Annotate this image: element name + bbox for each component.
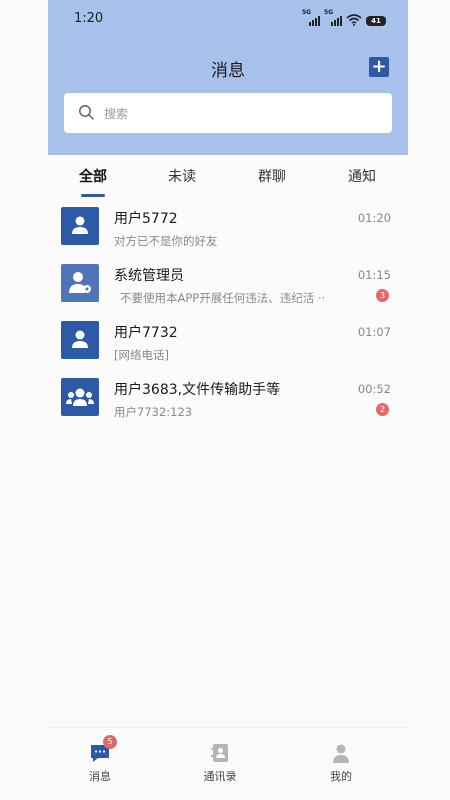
tab-bar: 全部 未读 群聊 通知 (48, 155, 408, 197)
network-type-label: 5G (302, 9, 312, 16)
conversation-preview: 对方已不是你的好友 (114, 234, 218, 248)
unread-badge: 2 (376, 403, 389, 416)
user-icon (61, 207, 99, 245)
conversation-title: 系统管理员 (114, 268, 184, 284)
profile-icon (330, 742, 352, 764)
tab-group-chat[interactable]: 群聊 (258, 166, 286, 186)
search-input[interactable] (102, 93, 376, 135)
tab-notifications[interactable]: 通知 (348, 166, 376, 186)
nav-label: 通讯录 (203, 770, 237, 783)
nav-profile[interactable]: 我的 (306, 742, 376, 784)
unread-badge: 3 (376, 289, 389, 302)
nav-label: 消息 (89, 770, 111, 783)
page-title: 消息 (211, 61, 245, 81)
conversation-title: 用户5772 (114, 211, 178, 227)
group-icon (61, 378, 99, 416)
conversation-row[interactable]: 用户3683,文件传输助手等 用户7732:123 00:52 2 (48, 368, 408, 425)
conversation-time: 01:20 (357, 211, 391, 225)
user-icon (61, 321, 99, 359)
tab-all[interactable]: 全部 (79, 166, 107, 186)
chat-icon: 5 (89, 735, 117, 764)
search-icon (79, 105, 94, 120)
messages-badge: 5 (103, 735, 117, 749)
search-bar[interactable] (64, 93, 392, 135)
conversation-title: 用户7732 (114, 325, 178, 341)
conversation-row[interactable]: 用户7732 [网络电话] 01:07 (48, 311, 408, 368)
battery-icon: 41 (366, 16, 386, 26)
nav-messages[interactable]: 5 消息 (65, 735, 135, 784)
conversation-list: 用户5772 对方已不是你的好友 01:20 系统管理员 不要使用本APP开展任… (48, 197, 408, 425)
status-bar: 1:20 5G 5G 41 (48, 0, 408, 40)
wifi-icon (346, 14, 362, 26)
conversation-preview: 用户7732:123 (114, 405, 193, 419)
phone-screen: 1:20 5G 5G 41 消息 + 全 (0, 0, 450, 800)
conversation-time: 01:15 (357, 268, 391, 282)
network-type-label-2: 5G (324, 9, 334, 16)
tab-unread[interactable]: 未读 (168, 166, 196, 186)
add-button[interactable]: + (369, 57, 389, 77)
signal-icon: 5G (302, 9, 320, 26)
status-icons: 5G 5G 41 (302, 9, 386, 26)
status-time: 1:20 (74, 11, 104, 26)
conversation-time: 01:07 (357, 325, 391, 339)
conversation-title: 用户3683,文件传输助手等 (114, 382, 281, 398)
nav-label: 我的 (330, 770, 352, 783)
contacts-icon (209, 742, 231, 764)
conversation-row[interactable]: 用户5772 对方已不是你的好友 01:20 (48, 197, 408, 254)
conversation-row[interactable]: 系统管理员 不要使用本APP开展任何违法、违纪活 ·· 01:15 3 (48, 254, 408, 311)
admin-user-icon (61, 264, 99, 302)
bottom-nav: 5 消息 通讯录 我的 (48, 728, 408, 800)
conversation-preview: 不要使用本APP开展任何违法、违纪活 ·· (120, 291, 326, 305)
nav-contacts[interactable]: 通讯录 (185, 742, 255, 784)
conversation-time: 00:52 (357, 382, 391, 396)
conversation-preview: [网络电话] (114, 348, 169, 362)
signal-icon-2: 5G (324, 9, 342, 26)
